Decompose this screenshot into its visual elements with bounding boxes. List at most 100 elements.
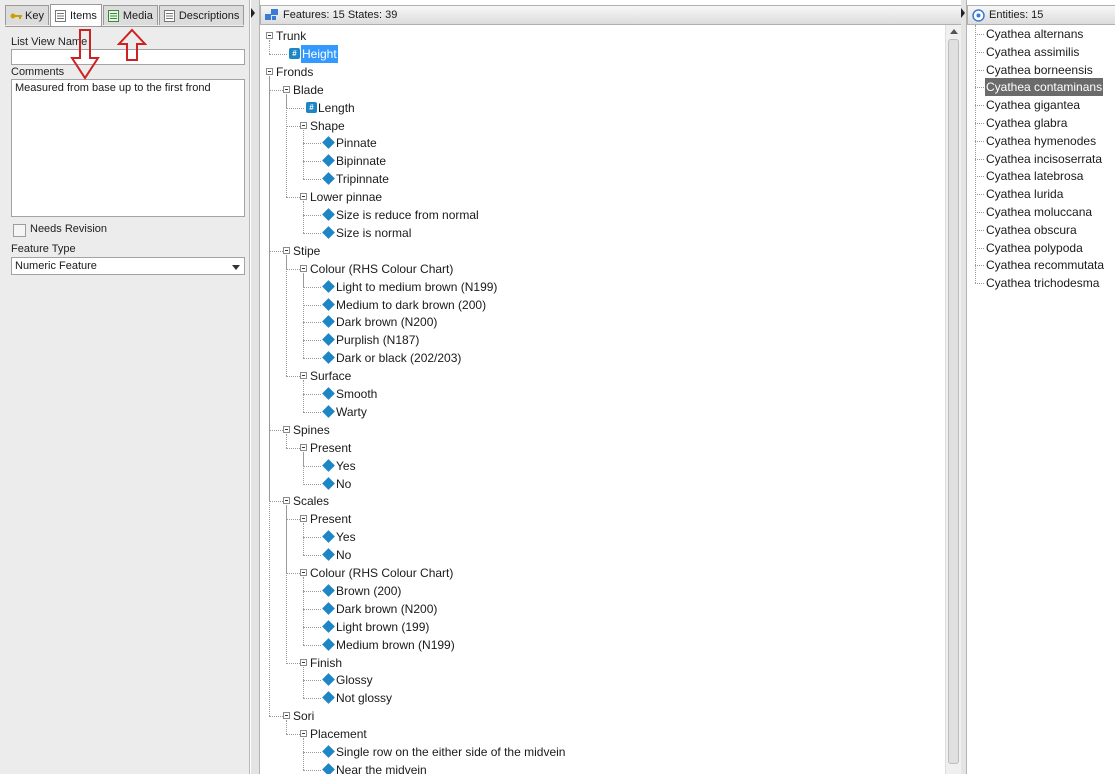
- collapse-toggle-icon[interactable]: [283, 712, 290, 720]
- state-diamond-icon: [322, 172, 335, 186]
- tab-divider: [5, 26, 244, 27]
- state-diamond-icon: [322, 619, 335, 633]
- features-scrollbar[interactable]: [945, 25, 962, 774]
- tab-key-label: Key: [25, 9, 44, 22]
- list-connector: [975, 265, 984, 267]
- feature-type-select[interactable]: Numeric Feature: [11, 257, 245, 275]
- entity-item[interactable]: Cyathea trichodesma: [985, 274, 1100, 292]
- features-panel: Features: 15 States: 39 Trunk # Height Fron…: [259, 0, 962, 774]
- collapse-toggle-icon[interactable]: [300, 372, 307, 380]
- collapse-toggle-icon[interactable]: [300, 730, 307, 738]
- state-diamond-icon: [322, 476, 335, 490]
- tree-connector: [303, 590, 321, 592]
- entities-header: Entities: 15: [967, 5, 1115, 25]
- key-icon: [10, 10, 22, 22]
- state-diamond-icon: [322, 673, 335, 687]
- list-connector: [975, 51, 984, 53]
- item-editor-panel: Key Items Media Descriptions List View N…: [0, 0, 250, 774]
- tree-connector: [303, 698, 321, 700]
- tree-connector: [303, 483, 321, 485]
- tree-connector: [303, 232, 321, 234]
- tree-node-label: Light to medium brown (N199): [336, 279, 498, 294]
- collapse-toggle-icon[interactable]: [300, 264, 307, 272]
- list-connector: [975, 247, 984, 249]
- tree-connector: [269, 75, 270, 717]
- tree-node-label: Stipe: [293, 243, 321, 258]
- entity-item[interactable]: Cyathea hymenodes: [985, 132, 1097, 150]
- state-diamond-icon: [322, 351, 335, 365]
- collapse-toggle-icon[interactable]: [266, 67, 273, 75]
- panel-splitter[interactable]: [251, 0, 259, 774]
- entity-item[interactable]: Cyathea latebrosa: [985, 167, 1084, 185]
- tab-media[interactable]: Media: [102, 5, 158, 25]
- entity-item[interactable]: Cyathea moluccana: [985, 203, 1093, 221]
- entity-item[interactable]: Cyathea gigantea: [985, 96, 1081, 114]
- collapse-toggle-icon[interactable]: [300, 515, 307, 523]
- tree-node-label: Spines: [293, 422, 330, 437]
- entity-item[interactable]: Cyathea recommutata: [985, 256, 1105, 274]
- tree-connector: [303, 143, 321, 145]
- collapse-arrow-icon: [251, 8, 255, 18]
- scroll-thumb[interactable]: [948, 39, 959, 764]
- entity-item[interactable]: Cyathea contaminans: [985, 78, 1104, 97]
- collapse-toggle-icon[interactable]: [300, 121, 307, 129]
- tree-connector: [303, 608, 321, 610]
- features-header: Features: 15 States: 39: [260, 5, 962, 25]
- tree-node-label: Placement: [310, 727, 367, 742]
- needs-revision-checkbox[interactable]: [13, 224, 26, 237]
- tree-connector: [303, 286, 321, 288]
- entity-item[interactable]: Cyathea borneensis: [985, 61, 1094, 79]
- tree-connector: [303, 752, 321, 753]
- tree-node-label: Finish: [310, 655, 343, 670]
- state-diamond-icon: [322, 405, 335, 418]
- tree-connector: [303, 129, 304, 180]
- collapse-toggle-icon[interactable]: [266, 32, 273, 39]
- tree-node-label: Fronds: [276, 64, 314, 79]
- entity-item[interactable]: Cyathea alternans: [985, 25, 1084, 43]
- tree-connector: [269, 40, 270, 54]
- tab-key[interactable]: Key: [5, 5, 49, 25]
- tree-connector: [303, 179, 321, 181]
- entity-item[interactable]: Cyathea assimilis: [985, 43, 1080, 61]
- state-diamond-icon: [322, 601, 335, 615]
- list-connector: [975, 123, 984, 124]
- entity-item[interactable]: Cyathea polypoda: [985, 239, 1084, 257]
- entity-item[interactable]: Cyathea incisoserrata: [985, 150, 1103, 168]
- tree-connector: [303, 322, 321, 324]
- tab-items[interactable]: Items: [49, 4, 102, 26]
- tree-connector: [303, 272, 304, 359]
- tree-node-label: Size is reduce from normal: [336, 208, 479, 222]
- collapse-toggle-icon[interactable]: [300, 658, 307, 666]
- comments-label: Comments: [11, 66, 65, 78]
- collapse-toggle-icon[interactable]: [283, 497, 290, 505]
- collapse-toggle-icon[interactable]: [300, 569, 307, 576]
- tree-node-label: Yes: [336, 458, 356, 473]
- collapse-toggle-icon[interactable]: [283, 425, 290, 433]
- tree-connector: [286, 93, 287, 198]
- tree-connector: [286, 433, 287, 448]
- collapse-toggle-icon[interactable]: [283, 85, 290, 93]
- tree-node-label: Colour (RHS Colour Chart): [310, 261, 454, 276]
- tree-node-label: Blade: [293, 82, 324, 97]
- collapse-toggle-icon[interactable]: [283, 246, 290, 254]
- entities-icon: [972, 8, 985, 22]
- collapse-toggle-icon[interactable]: [300, 193, 307, 201]
- state-diamond-icon: [322, 208, 335, 221]
- tree-connector: [303, 394, 321, 395]
- tab-descriptions[interactable]: Descriptions: [158, 5, 245, 25]
- list-connector: [975, 176, 984, 178]
- tree-node-label: Light brown (199): [336, 619, 430, 634]
- tree-connector: [286, 197, 300, 199]
- entity-item[interactable]: Cyathea glabra: [985, 114, 1068, 132]
- entity-item[interactable]: Cyathea obscura: [985, 221, 1078, 239]
- tree-node-label: Yes: [336, 530, 356, 545]
- comments-textarea[interactable]: Measured from base up to the first frond: [11, 79, 245, 217]
- tree-connector: [269, 716, 283, 718]
- collapse-toggle-icon[interactable]: [300, 443, 307, 451]
- tree-node-label: Near the midvein: [336, 762, 427, 774]
- tree-connector: [269, 429, 283, 431]
- entity-item[interactable]: Cyathea lurida: [985, 185, 1064, 203]
- feature-tree: Trunk # Height Fronds Blade # Length Shape Pinna…: [260, 25, 944, 774]
- tree-connector: [286, 125, 300, 127]
- tree-connector: [286, 662, 300, 664]
